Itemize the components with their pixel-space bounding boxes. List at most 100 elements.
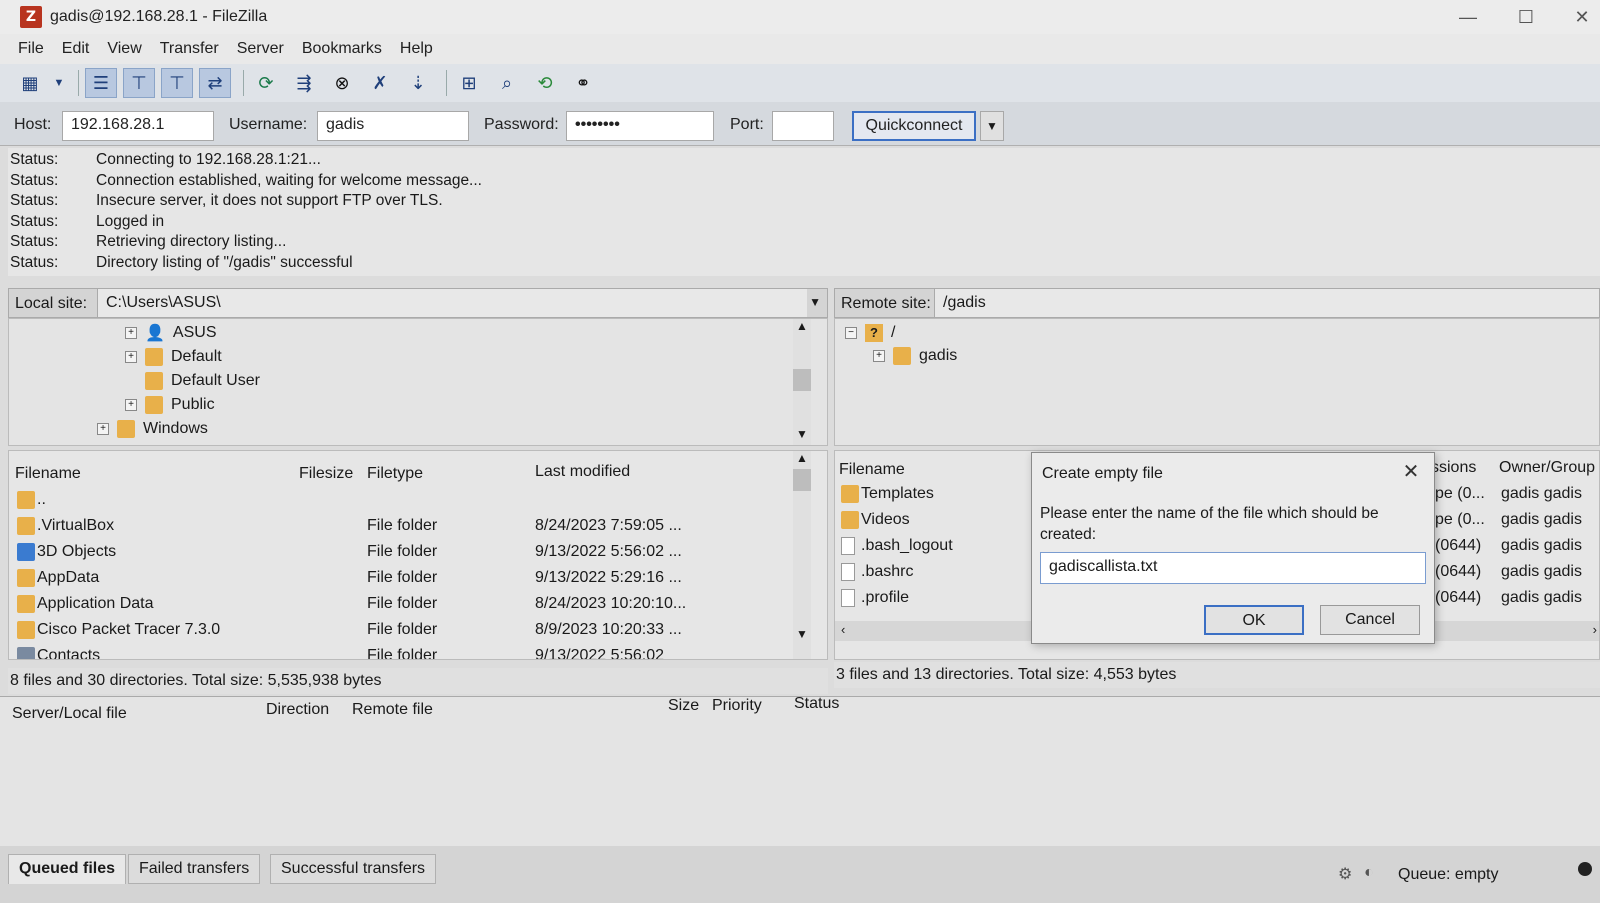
collapse-icon[interactable]: − bbox=[845, 327, 857, 339]
filename-input[interactable]: gadiscallista.txt bbox=[1040, 552, 1426, 584]
tree-node-default[interactable]: + Default bbox=[125, 346, 222, 368]
menu-file[interactable]: File bbox=[18, 40, 44, 58]
scroll-thumb[interactable] bbox=[793, 369, 811, 391]
cancel-operation-icon[interactable]: ⊗ bbox=[326, 68, 358, 98]
menu-server[interactable]: Server bbox=[237, 40, 284, 58]
menu-edit[interactable]: Edit bbox=[62, 40, 90, 58]
scroll-left-icon[interactable]: ‹ bbox=[841, 622, 845, 637]
column-header-filesize[interactable]: Filesize bbox=[299, 465, 353, 483]
local-directory-tree[interactable]: + 👤 ASUS + Default Default User + Public + Wi… bbox=[8, 318, 828, 446]
ok-button[interactable]: OK bbox=[1204, 605, 1304, 635]
local-path-input[interactable]: C:\Users\ASUS\ bbox=[97, 289, 807, 317]
cancel-button[interactable]: Cancel bbox=[1320, 605, 1420, 635]
local-tree-scrollbar[interactable]: ▲ ▼ bbox=[793, 319, 811, 445]
remote-path-input[interactable]: /gadis bbox=[934, 289, 1599, 317]
cell-owner: gadis gadis bbox=[1501, 511, 1582, 528]
column-header-permissions[interactable]: ssions bbox=[1431, 459, 1476, 477]
tab-successful-transfers[interactable]: Successful transfers bbox=[270, 854, 437, 884]
minimize-icon[interactable]: — bbox=[1448, 4, 1488, 30]
tab-queued-files[interactable]: Queued files bbox=[8, 854, 127, 884]
sync-browsing-icon[interactable]: ⟲ bbox=[529, 68, 561, 98]
local-file-list[interactable]: Filename Filesize Filetype Last modified… bbox=[8, 450, 828, 660]
folder-icon bbox=[17, 517, 35, 535]
disconnect-icon[interactable]: ✗ bbox=[364, 68, 396, 98]
table-row[interactable]: Application Data File folder 8/24/2023 10:… bbox=[9, 591, 809, 617]
scroll-up-icon[interactable]: ▲ bbox=[793, 319, 811, 333]
tree-node-gadis[interactable]: + gadis bbox=[873, 345, 957, 367]
cell-filetype: File folder bbox=[367, 647, 438, 660]
menu-transfer[interactable]: Transfer bbox=[160, 40, 219, 58]
site-manager-icon[interactable]: ▦ bbox=[14, 68, 46, 98]
close-icon[interactable]: ✕ bbox=[1398, 459, 1424, 485]
quickconnect-button[interactable]: Quickconnect bbox=[852, 111, 976, 141]
cell-filetype: File folder bbox=[367, 543, 438, 560]
column-header-last-modified[interactable]: Last modified bbox=[535, 463, 630, 481]
column-header-status[interactable]: Status bbox=[794, 695, 839, 713]
file-icon bbox=[841, 537, 855, 555]
chevron-down-icon[interactable]: ▼ bbox=[980, 111, 1004, 141]
scroll-thumb[interactable] bbox=[793, 469, 811, 491]
column-header-remote-file[interactable]: Remote file bbox=[352, 701, 433, 719]
toggle-log-icon[interactable]: ☰ bbox=[85, 68, 117, 98]
tree-node-windows[interactable]: + Windows bbox=[97, 418, 208, 440]
directory-comparison-icon[interactable]: ⊞ bbox=[453, 68, 485, 98]
expand-icon[interactable]: + bbox=[873, 350, 885, 362]
local-list-scrollbar[interactable]: ▲ ▼ bbox=[793, 451, 811, 659]
menu-view[interactable]: View bbox=[107, 40, 141, 58]
expand-icon[interactable]: + bbox=[125, 351, 137, 363]
column-header-owner-group[interactable]: Owner/Group bbox=[1499, 459, 1595, 477]
gear-icon[interactable]: ⚙ bbox=[1338, 864, 1352, 884]
column-header-filename[interactable]: Filename bbox=[839, 461, 905, 479]
password-input[interactable]: •••••••• bbox=[566, 111, 714, 141]
column-header-filetype[interactable]: Filetype bbox=[367, 465, 423, 483]
table-row[interactable]: .VirtualBox File folder 8/24/2023 7:59:05 … bbox=[9, 513, 809, 539]
host-input[interactable]: 192.168.28.1 bbox=[62, 111, 214, 141]
tree-node-asus[interactable]: + 👤 ASUS bbox=[125, 322, 217, 344]
column-header-filename[interactable]: Filename bbox=[15, 465, 81, 483]
remote-directory-tree[interactable]: −? / + gadis bbox=[834, 318, 1600, 446]
log-label: Status: bbox=[10, 192, 59, 210]
message-log[interactable]: Status: Connecting to 192.168.28.1:21... … bbox=[8, 148, 1600, 276]
tree-node-public[interactable]: + Public bbox=[125, 394, 215, 416]
scroll-right-icon[interactable]: › bbox=[1593, 622, 1597, 637]
table-row[interactable]: Contacts File folder 9/13/2022 5:56:02 bbox=[9, 643, 809, 660]
refresh-icon[interactable]: ⟳ bbox=[250, 68, 282, 98]
table-row[interactable]: Cisco Packet Tracer 7.3.0 File folder 8/9/… bbox=[9, 617, 809, 643]
column-header-priority[interactable]: Priority bbox=[712, 697, 762, 715]
chevron-down-icon[interactable]: ▼ bbox=[809, 295, 821, 309]
toggle-local-tree-icon[interactable]: ⊤ bbox=[123, 68, 155, 98]
create-empty-file-dialog: Create empty file ✕ Please enter the nam… bbox=[1031, 452, 1435, 644]
expand-icon[interactable]: + bbox=[125, 327, 137, 339]
search-icon[interactable]: ⚭ bbox=[567, 68, 599, 98]
menu-help[interactable]: Help bbox=[400, 40, 433, 58]
expand-icon[interactable]: + bbox=[125, 399, 137, 411]
toggle-queue-icon[interactable]: ⇄ bbox=[199, 68, 231, 98]
process-queue-icon[interactable]: ⇶ bbox=[288, 68, 320, 98]
port-input[interactable] bbox=[772, 111, 834, 141]
table-row[interactable]: .. bbox=[9, 487, 809, 513]
menu-bookmarks[interactable]: Bookmarks bbox=[302, 40, 382, 58]
table-row[interactable]: AppData File folder 9/13/2022 5:29:16 ... bbox=[9, 565, 809, 591]
toggle-remote-tree-icon[interactable]: ⊤ bbox=[161, 68, 193, 98]
scroll-down-icon[interactable]: ▼ bbox=[793, 427, 811, 441]
username-input[interactable]: gadis bbox=[317, 111, 469, 141]
tree-node-root[interactable]: −? / bbox=[845, 322, 895, 344]
column-header-size[interactable]: Size bbox=[668, 697, 699, 715]
tree-node-default-user[interactable]: Default User bbox=[145, 370, 260, 392]
maximize-icon[interactable]: ☐ bbox=[1506, 4, 1546, 30]
filter-icon[interactable]: ⌕ bbox=[491, 68, 523, 98]
transfer-queue[interactable]: Server/Local file Direction Remote file … bbox=[0, 695, 1600, 846]
expand-icon[interactable]: + bbox=[97, 423, 109, 435]
reconnect-icon[interactable]: ⇣ bbox=[402, 68, 434, 98]
close-icon[interactable]: ✕ bbox=[1562, 4, 1600, 30]
scroll-up-icon[interactable]: ▲ bbox=[793, 451, 811, 465]
scroll-down-icon[interactable]: ▼ bbox=[793, 627, 811, 641]
chevron-down-icon[interactable]: ▼ bbox=[52, 68, 66, 98]
speed-limit-icon[interactable]: ◐ bbox=[1364, 864, 1374, 882]
tab-failed-transfers[interactable]: Failed transfers bbox=[128, 854, 261, 884]
column-header-direction[interactable]: Direction bbox=[266, 701, 329, 719]
table-row[interactable]: 3D Objects File folder 9/13/2022 5:56:02 .… bbox=[9, 539, 809, 565]
title-bar: Z gadis@192.168.28.1 - FileZilla — ☐ ✕ bbox=[0, 0, 1600, 34]
cell-owner: gadis gadis bbox=[1501, 589, 1582, 606]
column-header-server-local-file[interactable]: Server/Local file bbox=[12, 705, 127, 723]
